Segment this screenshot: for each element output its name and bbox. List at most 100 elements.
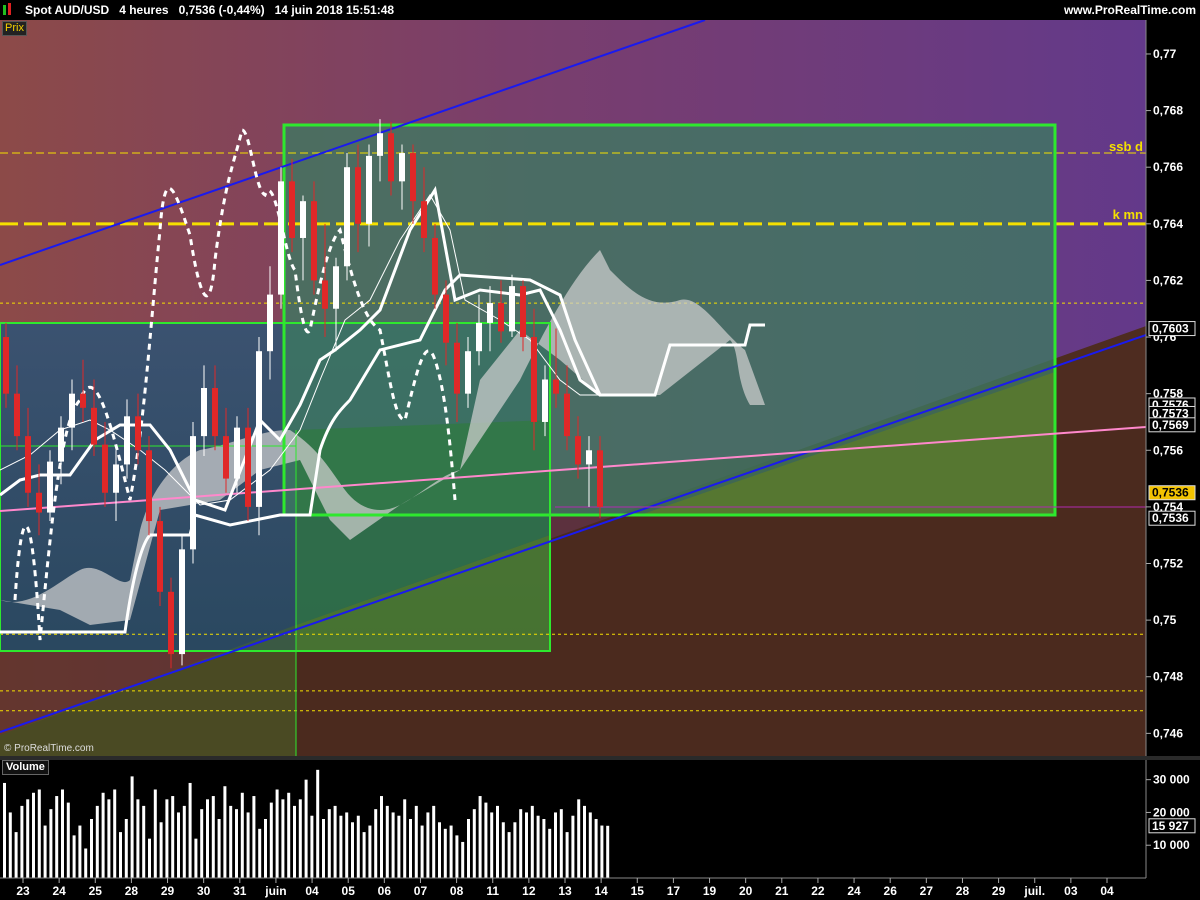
price-tick-label: 0,75 xyxy=(1153,613,1177,627)
volume-bar xyxy=(101,792,105,878)
candle-body xyxy=(366,155,372,224)
volume-bar xyxy=(287,792,291,878)
candle-body xyxy=(399,153,405,182)
candle-body xyxy=(487,303,493,323)
time-tick-label: 12 xyxy=(522,884,536,898)
time-tick-label: juin xyxy=(264,884,286,898)
candle-body xyxy=(168,591,174,655)
volume-bar xyxy=(542,819,546,878)
volume-bar xyxy=(107,799,111,878)
volume-bar xyxy=(119,832,122,878)
candle-body xyxy=(14,393,20,437)
volume-bar xyxy=(61,789,64,878)
volume-bar xyxy=(345,812,349,878)
candle-body xyxy=(201,388,207,437)
volume-bar xyxy=(374,809,378,878)
candle-body xyxy=(465,351,471,394)
candle-body xyxy=(421,201,427,238)
candle-body xyxy=(25,436,31,493)
candle-body xyxy=(520,286,526,338)
candle-body xyxy=(69,393,75,428)
candle-body xyxy=(212,388,218,437)
price-chart[interactable]: ssb dk mn 0,770,7680,7660,7640,7620,760,… xyxy=(0,0,1200,900)
volume-bar xyxy=(130,776,134,878)
volume-bar xyxy=(519,809,523,878)
time-tick-label: 22 xyxy=(811,884,825,898)
volume-bar xyxy=(403,799,407,878)
volume-bar xyxy=(66,802,70,878)
price-panel-label: Prix xyxy=(2,21,27,36)
volume-bar xyxy=(264,819,267,878)
volume-bar xyxy=(507,832,511,878)
volume-bar xyxy=(438,822,441,878)
volume-bar xyxy=(258,828,262,878)
volume-bar xyxy=(380,796,383,878)
candle-body xyxy=(597,450,603,507)
volume-bar xyxy=(397,815,401,878)
volume-bar xyxy=(182,805,186,878)
candle-body xyxy=(300,201,306,238)
time-tick-label: 23 xyxy=(16,884,30,898)
volume-bar xyxy=(246,812,250,878)
time-tick-label: 19 xyxy=(703,884,717,898)
volume-bar xyxy=(565,832,569,878)
volume-bar xyxy=(293,805,296,878)
candle-body xyxy=(344,167,350,267)
candle-body xyxy=(102,444,108,493)
volume-bar xyxy=(368,825,372,878)
volume-bar xyxy=(351,822,354,878)
volume-bar xyxy=(559,809,563,878)
candle-body xyxy=(256,351,262,507)
volume-tick-label: 20 000 xyxy=(1153,805,1190,819)
volume-bar xyxy=(461,841,465,878)
volume-bar xyxy=(571,815,575,878)
time-tick-label: 17 xyxy=(667,884,681,898)
volume-bar xyxy=(275,789,279,878)
volume-bar xyxy=(136,799,140,878)
time-tick-label: 29 xyxy=(992,884,1006,898)
candle-body xyxy=(542,379,548,422)
volume-bar xyxy=(455,835,459,878)
candle-body xyxy=(410,153,416,202)
volume-bar xyxy=(171,796,175,878)
volume-bar xyxy=(8,812,12,878)
volume-bar xyxy=(188,782,192,878)
volume-bar xyxy=(525,812,528,878)
time-tick-label: 29 xyxy=(161,884,175,898)
price-tick-label: 0,746 xyxy=(1153,726,1183,740)
price-tick-label: 0,766 xyxy=(1153,160,1183,174)
time-tick-label: 04 xyxy=(1100,884,1114,898)
time-tick-label: 31 xyxy=(233,884,247,898)
volume-bar xyxy=(177,812,180,878)
candle-body xyxy=(36,492,42,513)
price-tag-label: 0,7536 xyxy=(1152,486,1189,500)
candle-body xyxy=(443,294,449,343)
volume-bar xyxy=(339,815,343,878)
volume-bar xyxy=(577,799,581,878)
volume-bar xyxy=(583,805,586,878)
time-tick-label: 21 xyxy=(775,884,789,898)
candle-body xyxy=(179,549,185,655)
price-tick-label: 0,764 xyxy=(1153,217,1183,231)
volume-bar xyxy=(606,825,610,878)
volume-bar xyxy=(310,815,314,878)
volume-bar xyxy=(26,799,30,878)
volume-bar xyxy=(391,812,395,878)
volume-bar xyxy=(548,828,552,878)
candle-body xyxy=(355,167,361,224)
candle-body xyxy=(135,416,141,451)
time-tick-label: 14 xyxy=(594,884,608,898)
volume-bar xyxy=(304,779,308,878)
time-tick-label: 07 xyxy=(414,884,428,898)
panel-separator xyxy=(0,756,1200,760)
candle-body xyxy=(322,280,328,309)
volume-bar xyxy=(385,805,389,878)
volume-bar xyxy=(240,792,244,878)
candle-body xyxy=(124,416,130,465)
level-annotation: k mn xyxy=(1113,207,1143,222)
candle-body xyxy=(157,521,163,592)
volume-bar xyxy=(252,796,256,878)
volume-bar xyxy=(414,805,418,878)
copyright-text: © ProRealTime.com xyxy=(4,743,94,754)
time-tick-label: 13 xyxy=(558,884,572,898)
